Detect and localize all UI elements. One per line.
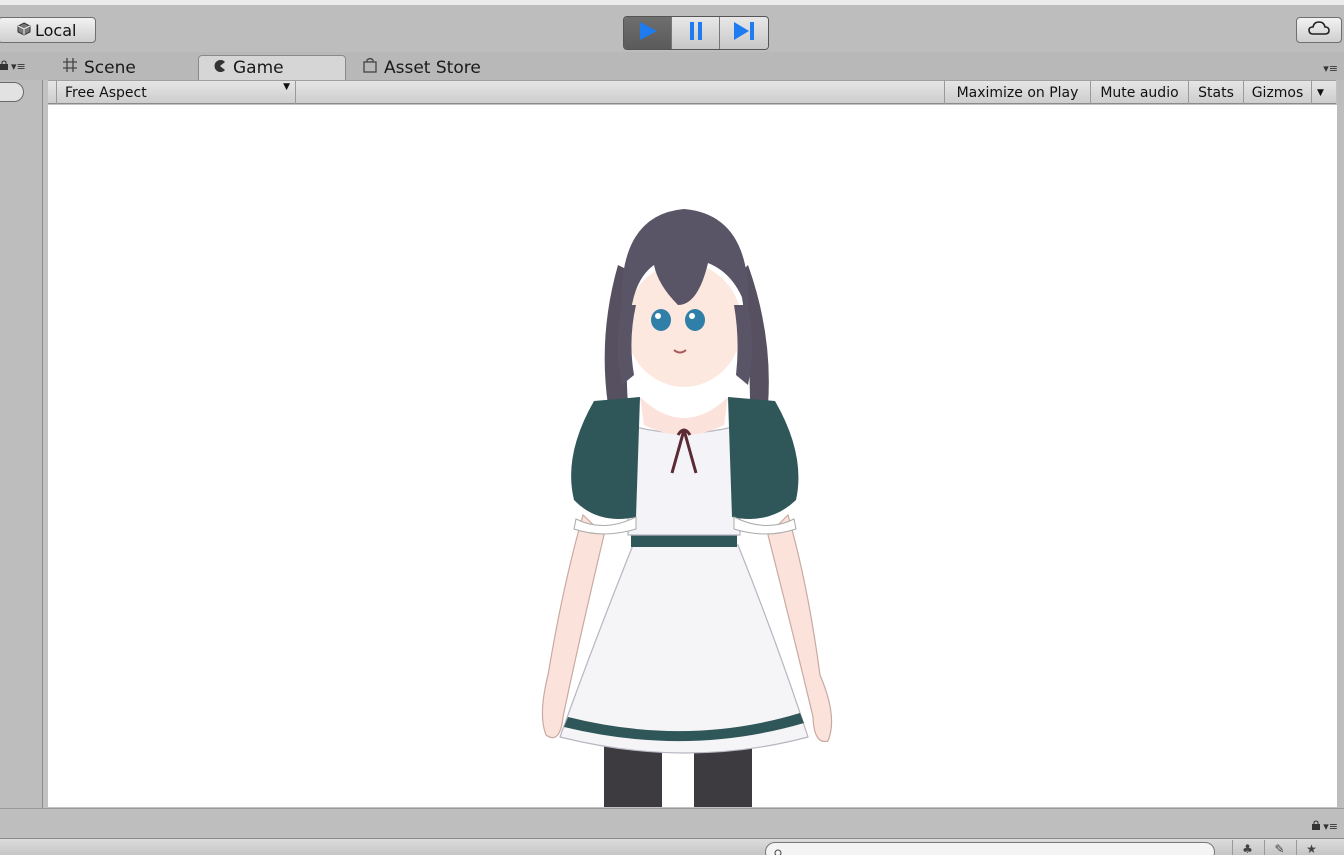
mute-label: Mute audio <box>1100 84 1179 101</box>
project-search-input[interactable] <box>765 842 1215 855</box>
tab-scene[interactable]: Scene <box>48 55 150 80</box>
step-button[interactable] <box>720 17 768 49</box>
maximize-on-play-toggle[interactable]: Maximize on Play <box>944 81 1090 104</box>
aspect-dropdown[interactable]: Free Aspect ▼ <box>56 81 296 104</box>
pause-icon <box>687 21 705 45</box>
local-label: Local <box>35 20 77 40</box>
bottom-panel-menu[interactable]: ▾≡ <box>1311 820 1338 833</box>
cube-icon <box>17 21 31 40</box>
lock-icon <box>1311 820 1324 833</box>
maximize-label: Maximize on Play <box>956 84 1079 101</box>
panel-menu-icon: ▾≡ <box>11 60 26 73</box>
step-icon <box>732 20 756 46</box>
main-toolbar: Local <box>0 0 1344 52</box>
favorites-star-icon[interactable]: ★ <box>1296 840 1326 855</box>
project-filter-icons: ♣ ✎ ★ <box>1232 840 1326 855</box>
play-button[interactable] <box>624 17 672 49</box>
gizmos-toggle[interactable]: Gizmos <box>1243 81 1311 104</box>
pacman-icon <box>213 58 227 78</box>
anime-character-illustration <box>541 209 833 807</box>
right-panel-edge <box>1337 80 1344 808</box>
playback-controls <box>623 16 769 50</box>
pivot-local-button[interactable]: Local <box>0 17 96 43</box>
tab-game[interactable]: Game <box>198 55 346 80</box>
filter-by-label-icon[interactable]: ✎ <box>1264 840 1294 855</box>
stats-label: Stats <box>1198 84 1234 101</box>
tab-asset-store[interactable]: Asset Store <box>348 55 495 80</box>
mute-audio-toggle[interactable]: Mute audio <box>1090 81 1188 104</box>
filter-by-type-icon[interactable]: ♣ <box>1232 840 1262 855</box>
panel-menu-icon: ▾≡ <box>1323 62 1338 75</box>
tab-options-menu[interactable]: ▾≡ <box>1323 62 1338 75</box>
aspect-value: Free Aspect <box>65 84 147 101</box>
tab-asset-store-label: Asset Store <box>384 57 481 78</box>
cloud-button[interactable] <box>1296 17 1342 43</box>
game-view-toolbar: Free Aspect ▼ Maximize on Play Mute audi… <box>48 80 1336 104</box>
search-icon <box>774 844 784 855</box>
tab-scene-label: Scene <box>84 57 136 78</box>
lock-icon <box>0 60 8 73</box>
left-panel-menu[interactable]: ▾≡ <box>0 60 26 73</box>
gizmos-dropdown[interactable]: ▼ <box>1311 81 1329 104</box>
grid-icon <box>62 57 78 78</box>
panel-menu-icon: ▾≡ <box>1323 820 1338 833</box>
editor-tab-bar: Scene Game Asset Store <box>0 52 1344 80</box>
pause-button[interactable] <box>672 17 720 49</box>
game-viewport[interactable] <box>48 105 1337 807</box>
chevron-down-icon: ▼ <box>1317 87 1324 98</box>
play-icon <box>637 20 659 46</box>
left-panel <box>0 80 43 808</box>
gizmos-label: Gizmos <box>1251 84 1304 101</box>
chevron-down-icon: ▼ <box>283 82 290 92</box>
tab-game-label: Game <box>233 58 284 78</box>
stats-toggle[interactable]: Stats <box>1188 81 1243 104</box>
toggle-pill[interactable] <box>0 82 24 102</box>
store-icon <box>362 57 378 78</box>
bottom-panel-header <box>0 808 1344 840</box>
cloud-icon <box>1308 20 1330 40</box>
